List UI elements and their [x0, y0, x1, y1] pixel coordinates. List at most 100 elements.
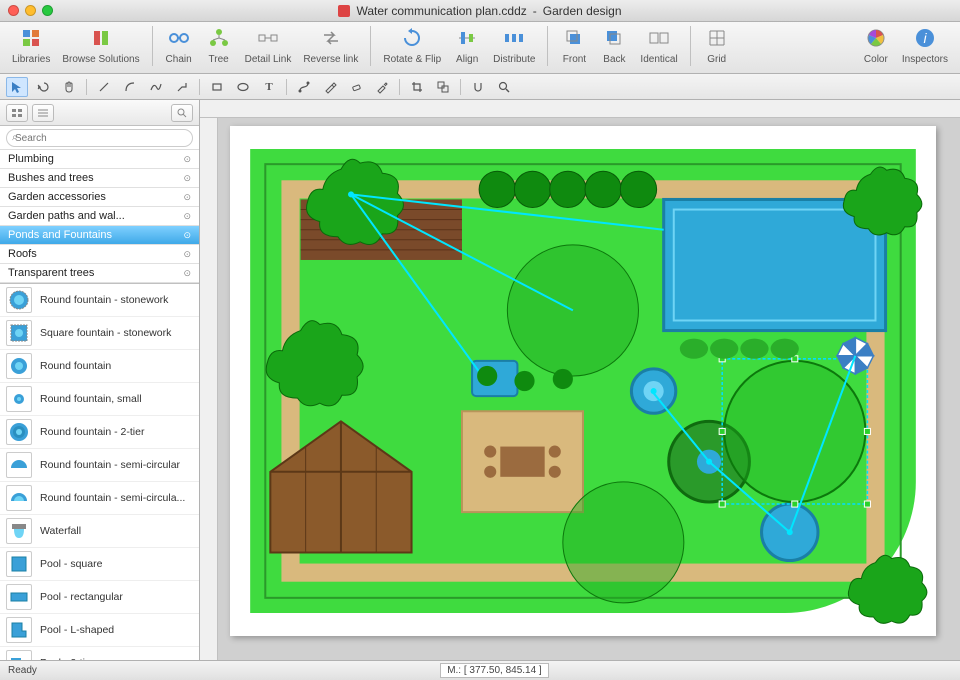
category-item[interactable]: Roofs⊙: [0, 245, 199, 264]
toolbar-label: Back: [603, 54, 625, 65]
color-button[interactable]: Color: [858, 24, 894, 65]
libraries-button[interactable]: Libraries: [8, 24, 54, 65]
rotate-icon[interactable]: [398, 24, 426, 52]
category-label: Transparent trees: [8, 267, 94, 279]
browse-solutions-button[interactable]: Browse Solutions: [58, 24, 143, 65]
toolbar-label: Front: [563, 54, 586, 65]
toolbar-label: Tree: [209, 54, 229, 65]
info-icon[interactable]: i: [911, 24, 939, 52]
snap-tool[interactable]: [467, 77, 489, 97]
undo-tool[interactable]: [32, 77, 54, 97]
category-item[interactable]: Garden paths and wal... ⊙: [0, 207, 199, 226]
front-button[interactable]: Front: [556, 24, 592, 65]
library-item[interactable]: Pool - L-shaped: [0, 614, 199, 647]
detail-link-button[interactable]: Detail Link: [241, 24, 296, 65]
pen-tool[interactable]: [319, 77, 341, 97]
window-title: Water communication plan.cddz - Garden d…: [0, 4, 960, 18]
library-item[interactable]: Waterfall: [0, 515, 199, 548]
crop-tool[interactable]: [406, 77, 428, 97]
colorwheel-icon[interactable]: [862, 24, 890, 52]
bezier-tool[interactable]: [293, 77, 315, 97]
rect-tool[interactable]: [206, 77, 228, 97]
divider: [86, 79, 87, 95]
sidebar-view-list[interactable]: [32, 104, 54, 122]
library-item[interactable]: Round fountain - 2-tier: [0, 416, 199, 449]
toolbar-label: Color: [864, 54, 888, 65]
category-item[interactable]: Garden accessories⊙: [0, 188, 199, 207]
front-icon[interactable]: [560, 24, 588, 52]
main-toolbar: Libraries Browse Solutions Chain Tree Detail…: [0, 22, 960, 74]
tree-icon[interactable]: [205, 24, 233, 52]
reverse-icon[interactable]: [317, 24, 345, 52]
category-item[interactable]: Transparent trees⊙: [0, 264, 199, 283]
library-item[interactable]: Round fountain, small: [0, 383, 199, 416]
status-ready: Ready: [8, 665, 37, 676]
library-item[interactable]: Pool - square: [0, 548, 199, 581]
swatch-icon[interactable]: [87, 24, 115, 52]
ident-icon[interactable]: [645, 24, 673, 52]
zoom-tool[interactable]: [493, 77, 515, 97]
category-item[interactable]: Ponds and Fountains⊙: [0, 226, 199, 245]
garden-design-drawing: [230, 126, 936, 636]
spline-tool[interactable]: [145, 77, 167, 97]
divider: [286, 79, 287, 95]
text-tool[interactable]: T: [258, 77, 280, 97]
back-icon[interactable]: [600, 24, 628, 52]
dist-icon[interactable]: [500, 24, 528, 52]
eyedropper-tool[interactable]: [371, 77, 393, 97]
toolbar-label: Chain: [166, 54, 192, 65]
detail-icon[interactable]: [254, 24, 282, 52]
library-item[interactable]: Round fountain - semi-circular: [0, 449, 199, 482]
align-icon[interactable]: [453, 24, 481, 52]
chain-button[interactable]: Chain: [161, 24, 197, 65]
line-tool[interactable]: [93, 77, 115, 97]
eraser-tool[interactable]: [345, 77, 367, 97]
close-button[interactable]: [8, 5, 19, 16]
library-item[interactable]: Round fountain - semi-circula...: [0, 482, 199, 515]
chain-icon[interactable]: [165, 24, 193, 52]
drawing-page[interactable]: [230, 126, 936, 636]
library-item-label: Round fountain - stonework: [40, 294, 168, 306]
align-button[interactable]: Align: [449, 24, 485, 65]
back-button[interactable]: Back: [596, 24, 632, 65]
grid-icon[interactable]: [17, 24, 45, 52]
search-input[interactable]: [6, 129, 193, 147]
inspectors-button[interactable]: iInspectors: [898, 24, 952, 65]
gridtoggle-icon[interactable]: [703, 24, 731, 52]
category-label: Garden paths and wal...: [8, 210, 125, 222]
category-item[interactable]: Bushes and trees⊙: [0, 169, 199, 188]
tree-button[interactable]: Tree: [201, 24, 237, 65]
library-item[interactable]: Round fountain: [0, 350, 199, 383]
library-item-label: Round fountain, small: [40, 393, 142, 405]
sidebar-view-icons[interactable]: [6, 104, 28, 122]
category-label: Garden accessories: [8, 191, 106, 203]
maximize-button[interactable]: [42, 5, 53, 16]
grid-button[interactable]: Grid: [699, 24, 735, 65]
distribute-button[interactable]: Distribute: [489, 24, 539, 65]
identical-button[interactable]: Identical: [636, 24, 681, 65]
connector-tool[interactable]: [171, 77, 193, 97]
library-item[interactable]: Square fountain - stonework: [0, 317, 199, 350]
status-coordinates: M.: [ 377.50, 845.14 ]: [440, 663, 549, 678]
toolbar-divider: [370, 26, 371, 66]
library-item[interactable]: Pool - 2-tier: [0, 647, 199, 660]
semi2-icon: [6, 485, 32, 511]
sidebar-search-button[interactable]: [171, 104, 193, 122]
selection-tool[interactable]: [6, 77, 28, 97]
round-stone-icon: [6, 287, 32, 313]
arc-tool[interactable]: [119, 77, 141, 97]
canvas[interactable]: [218, 118, 960, 660]
sidebar-search: ⌕: [0, 126, 199, 150]
toolbar-divider: [547, 26, 548, 66]
library-item[interactable]: Round fountain - stonework: [0, 284, 199, 317]
library-item[interactable]: Pool - rectangular: [0, 581, 199, 614]
reverse-link-button[interactable]: Reverse link: [299, 24, 362, 65]
minimize-button[interactable]: [25, 5, 36, 16]
hand-tool[interactable]: [58, 77, 80, 97]
rotate-flip-button[interactable]: Rotate & Flip: [379, 24, 445, 65]
toolbar-label: Libraries: [12, 54, 50, 65]
group-tool[interactable]: [432, 77, 454, 97]
chevron-icon: ⊙: [183, 211, 191, 222]
ellipse-tool[interactable]: [232, 77, 254, 97]
category-item[interactable]: Plumbing⊙: [0, 150, 199, 169]
